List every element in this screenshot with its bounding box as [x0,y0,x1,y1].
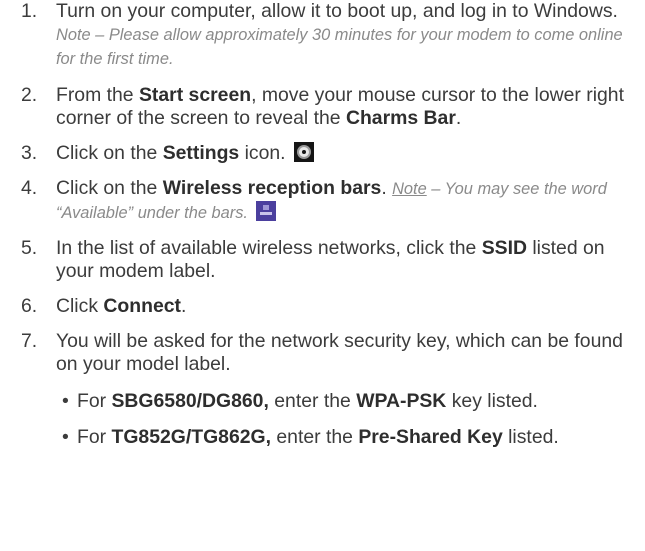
model-sublist: • For SBG6580/DG860, enter the WPA-PSK k… [56,390,645,449]
bullet-icon: • [62,390,69,412]
step-5: 5. In the list of available wireless net… [0,237,645,283]
ssid-term: SSID [481,237,527,259]
step-text: Turn on your computer, allow it to boot … [56,0,618,22]
step-number: 2. [21,84,38,106]
wireless-bars-term: Wireless reception bars [162,177,382,199]
step-text: icon. [239,142,286,164]
step-1: 1. Turn on your computer, allow it to bo… [0,0,645,71]
wpa-psk-term: WPA-PSK [356,390,447,412]
pre-shared-key-term: Pre-Shared Key [358,426,503,448]
wireless-bars-icon [255,201,276,221]
step-text: For [77,390,112,412]
step-text: Click on the [56,177,163,199]
step-number: 3. [21,142,38,164]
step-4: 4. Click on the Wireless reception bars.… [0,177,645,225]
step-text: In the list of available wireless networ… [56,237,482,259]
step-3: 3. Click on the Settings icon. [0,142,645,165]
step-text: . [180,295,187,317]
step-number: 5. [21,237,38,259]
settings-term: Settings [162,142,240,164]
step-text: . [381,177,393,199]
step-6: 6. Click Connect. [0,295,645,318]
instructions-document: 1. Turn on your computer, allow it to bo… [0,0,645,551]
step-text: enter the [270,426,359,448]
bullet-icon: • [62,426,69,448]
connect-term: Connect [103,295,181,317]
step-7: 7. You will be asked for the network sec… [0,330,645,449]
step-2: 2. From the Start screen, move your mous… [0,84,645,130]
step-text: listed. [502,426,559,448]
step-text: From the [56,84,139,106]
model-term: SBG6580/DG860, [111,390,269,412]
step-text: For [77,426,112,448]
sublist-item: • For TG852G/TG862G, enter the Pre-Share… [56,426,645,449]
step-number: 7. [21,330,38,352]
model-term: TG852G/TG862G, [111,426,271,448]
sublist-item: • For SBG6580/DG860, enter the WPA-PSK k… [56,390,645,413]
step-text: Click on the [56,142,163,164]
settings-gear-icon [293,142,314,162]
charms-bar-term: Charms Bar [345,107,456,129]
step-text: . [455,107,462,129]
note-text: Note – Please allow approximately 30 min… [56,26,623,68]
step-number: 4. [21,177,38,199]
step-text: key listed. [446,390,538,412]
note-label: Note [392,180,427,198]
step-text: Click [56,295,104,317]
steps-list: 1. Turn on your computer, allow it to bo… [0,0,645,449]
step-number: 1. [21,0,38,22]
step-text: enter the [268,390,357,412]
start-screen-term: Start screen [138,84,252,106]
step-number: 6. [21,295,38,317]
step-text: You will be asked for the network securi… [56,330,623,375]
